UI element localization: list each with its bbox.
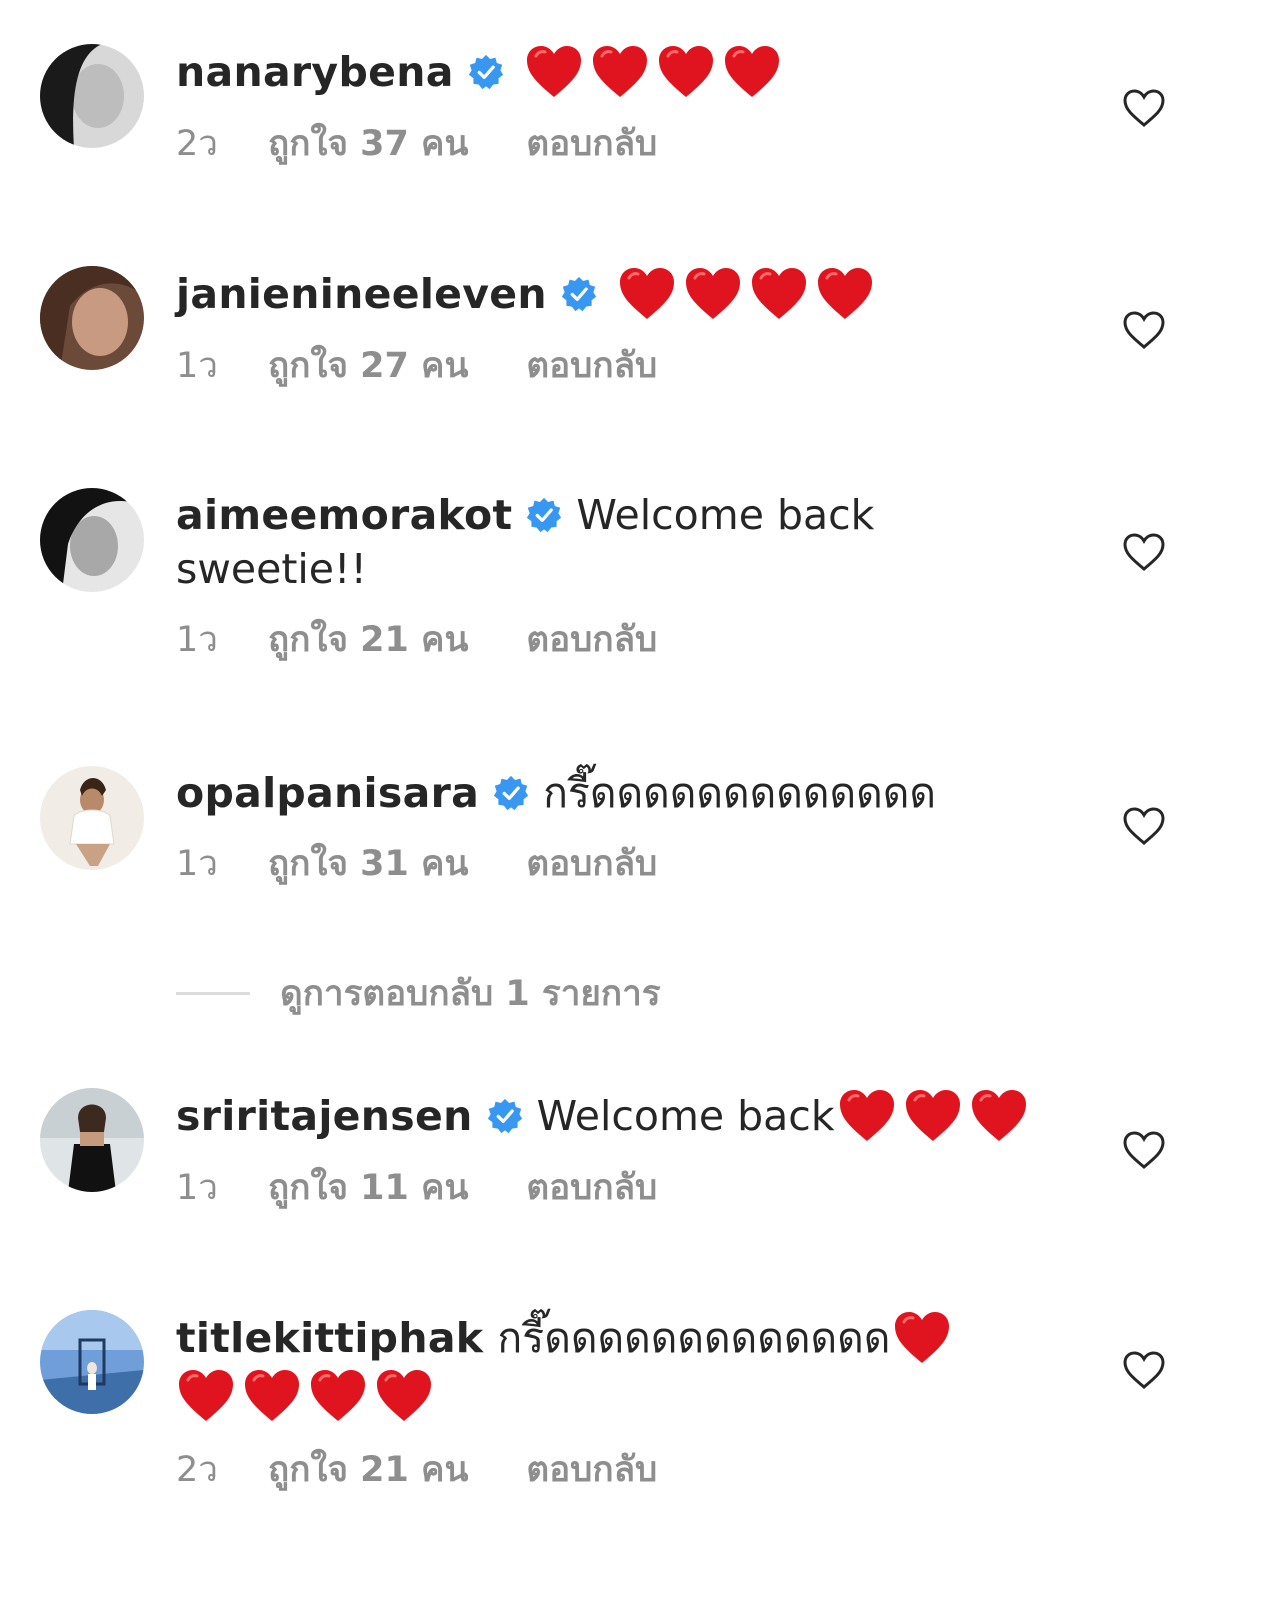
reply-button[interactable]: ตอบกลับ xyxy=(526,116,657,171)
verified-badge-icon xyxy=(487,1098,523,1134)
heart-emoji-group xyxy=(524,44,782,100)
heart-emoji-group xyxy=(837,1088,1029,1144)
comment-body: sriritajensen Welcome back 1ว ถูกใจ 11 ค… xyxy=(176,1088,1056,1212)
verified-badge-icon xyxy=(561,276,597,312)
heart-emoji-group xyxy=(892,1310,952,1366)
avatar[interactable] xyxy=(40,266,144,370)
heart-outline-icon[interactable] xyxy=(1122,532,1166,572)
comment-line: sweetie!! xyxy=(176,542,1056,596)
avatar[interactable] xyxy=(40,766,144,870)
comment-body: titlekittiphak กรี๊ดดดดดดดดดดดดด 2ว ถูกใ… xyxy=(176,1310,1056,1494)
likes-count[interactable]: ถูกใจ 21 คน xyxy=(268,612,468,667)
comment-line: opalpanisara กรี๊ดดดดดดดดดดดดด xyxy=(176,766,1056,820)
comment-text: กรี๊ดดดดดดดดดดดดด xyxy=(497,1314,891,1362)
comment-line: aimeemorakot Welcome back xyxy=(176,488,1056,542)
avatar[interactable] xyxy=(40,488,144,592)
comment-line: nanarybena xyxy=(176,44,1056,100)
comment-text: Welcome back xyxy=(576,491,875,539)
heart-outline-icon[interactable] xyxy=(1122,1350,1166,1390)
red-heart-emoji xyxy=(749,266,809,322)
red-heart-emoji xyxy=(722,44,782,100)
view-replies-button[interactable]: ดูการตอบกลับ 1 รายการ xyxy=(176,966,661,1020)
reply-button[interactable]: ตอบกลับ xyxy=(526,612,657,667)
comment-meta: 1ว ถูกใจ 11 คน ตอบกลับ xyxy=(176,1162,1056,1212)
red-heart-emoji xyxy=(242,1368,302,1424)
likes-count[interactable]: ถูกใจ 37 คน xyxy=(268,116,468,171)
timestamp: 1ว xyxy=(176,619,218,660)
likes-count[interactable]: ถูกใจ 11 คน xyxy=(268,1160,468,1215)
red-heart-emoji xyxy=(815,266,875,322)
comment-text: กรี๊ดดดดดดดดดดดดด xyxy=(543,769,937,817)
reply-button[interactable]: ตอบกลับ xyxy=(526,338,657,393)
comment-line: titlekittiphak กรี๊ดดดดดดดดดดดดด xyxy=(176,1310,1056,1366)
reply-button[interactable]: ตอบกลับ xyxy=(526,1442,657,1497)
red-heart-emoji xyxy=(683,266,743,322)
comment-meta: 1ว ถูกใจ 27 คน ตอบกลับ xyxy=(176,340,1056,390)
red-heart-emoji xyxy=(176,1368,236,1424)
likes-count[interactable]: ถูกใจ 21 คน xyxy=(268,1442,468,1497)
heart-emoji-group xyxy=(617,266,875,322)
heart-outline-icon[interactable] xyxy=(1122,806,1166,846)
username[interactable]: nanarybena xyxy=(176,45,454,99)
username[interactable]: titlekittiphak xyxy=(176,1311,483,1365)
comment-line: janienineeleven xyxy=(176,266,1056,322)
red-heart-emoji xyxy=(837,1088,897,1144)
red-heart-emoji xyxy=(656,44,716,100)
timestamp: 1ว xyxy=(176,345,218,386)
comment-body: janienineeleven 1ว ถูกใจ 27 คน ตอบกลับ xyxy=(176,266,1056,390)
timestamp: 2ว xyxy=(176,123,218,164)
red-heart-emoji xyxy=(374,1368,434,1424)
comment-body: opalpanisara กรี๊ดดดดดดดดดดดดด 1ว ถูกใจ … xyxy=(176,766,1056,888)
comment-meta: 2ว ถูกใจ 37 คน ตอบกลับ xyxy=(176,118,1056,168)
comment-meta: 1ว ถูกใจ 21 คน ตอบกลับ xyxy=(176,614,1056,664)
heart-emoji-group xyxy=(176,1368,434,1424)
red-heart-emoji xyxy=(590,44,650,100)
timestamp: 1ว xyxy=(176,1167,218,1208)
divider xyxy=(176,991,250,995)
red-heart-emoji xyxy=(903,1088,963,1144)
likes-count[interactable]: ถูกใจ 27 คน xyxy=(268,338,468,393)
view-replies-label: ดูการตอบกลับ 1 รายการ xyxy=(280,973,661,1014)
comment-body: aimeemorakot Welcome back sweetie!! 1ว ถ… xyxy=(176,488,1056,664)
comment-text: Welcome back xyxy=(536,1092,835,1140)
comment-meta: 1ว ถูกใจ 31 คน ตอบกลับ xyxy=(176,838,1056,888)
avatar[interactable] xyxy=(40,44,144,148)
username[interactable]: sriritajensen xyxy=(176,1089,473,1143)
username[interactable]: janienineeleven xyxy=(176,267,547,321)
heart-outline-icon[interactable] xyxy=(1122,310,1166,350)
avatar[interactable] xyxy=(40,1310,144,1414)
red-heart-emoji xyxy=(308,1368,368,1424)
reply-button[interactable]: ตอบกลับ xyxy=(526,836,657,891)
comment-line: sriritajensen Welcome back xyxy=(176,1088,1056,1144)
timestamp: 1ว xyxy=(176,843,218,884)
username[interactable]: aimeemorakot xyxy=(176,488,512,542)
timestamp: 2ว xyxy=(176,1449,218,1490)
red-heart-emoji xyxy=(892,1310,952,1366)
heart-outline-icon[interactable] xyxy=(1122,88,1166,128)
comment-meta: 2ว ถูกใจ 21 คน ตอบกลับ xyxy=(176,1444,1056,1494)
red-heart-emoji xyxy=(617,266,677,322)
heart-outline-icon[interactable] xyxy=(1122,1130,1166,1170)
red-heart-emoji xyxy=(969,1088,1029,1144)
comment-line xyxy=(176,1366,1056,1426)
reply-button[interactable]: ตอบกลับ xyxy=(526,1160,657,1215)
verified-badge-icon xyxy=(468,54,504,90)
avatar[interactable] xyxy=(40,1088,144,1192)
verified-badge-icon xyxy=(493,775,529,811)
comment-text: sweetie!! xyxy=(176,545,367,593)
username[interactable]: opalpanisara xyxy=(176,766,479,820)
comment-body: nanarybena 2ว ถูกใจ 37 คน ตอบกลับ xyxy=(176,44,1056,168)
likes-count[interactable]: ถูกใจ 31 คน xyxy=(268,836,468,891)
red-heart-emoji xyxy=(524,44,584,100)
verified-badge-icon xyxy=(526,497,562,533)
